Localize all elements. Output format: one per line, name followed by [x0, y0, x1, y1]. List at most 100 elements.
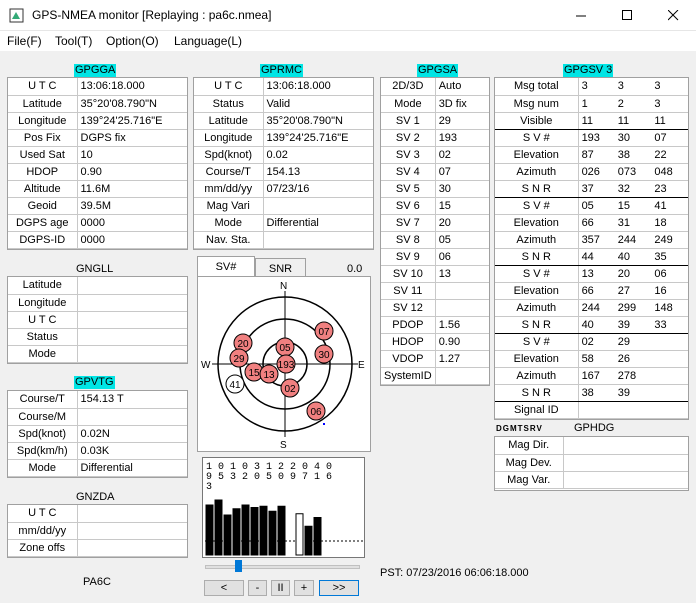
row-label: Azimuth — [495, 367, 579, 385]
minimize-button[interactable] — [558, 0, 604, 31]
row-value: 357 — [578, 231, 615, 249]
table-row: Nav. Sta. — [194, 231, 373, 249]
row-value: 244 — [578, 299, 615, 317]
playback-slider-thumb[interactable] — [235, 560, 242, 572]
row-label: HDOP — [381, 333, 436, 351]
table-row: Course/T 154.13 T — [8, 391, 187, 409]
table-row: Longitude 139°24'25.716"E — [194, 129, 373, 147]
table-row: U T C 13:06:18.000 — [194, 78, 373, 96]
row-value — [263, 231, 373, 249]
row-value: 23 — [651, 180, 688, 198]
satellite-marker: 06 — [306, 401, 326, 421]
row-value: 3D fix — [435, 95, 489, 113]
gnzda-table: U T Cmm/dd/yy Zone offs — [8, 505, 187, 557]
row-value: 11 — [578, 112, 615, 130]
table-row: Used Sat 10 — [8, 146, 187, 164]
row-value: 06 — [651, 265, 688, 283]
row-value: 1.27 — [435, 350, 489, 368]
table-row: S V #193 30 07 — [495, 129, 688, 147]
satellite-id: 13 — [263, 370, 275, 381]
row-value: 11 — [651, 112, 688, 130]
gphdg-table: Mag Dir. Mag Dev. Mag Var. — [495, 437, 688, 489]
row-value: 18 — [651, 214, 688, 232]
snr-bar — [232, 508, 241, 556]
row-value: Valid — [263, 95, 373, 113]
row-label: S V # — [495, 129, 579, 147]
row-label: SV 8 — [381, 231, 436, 249]
plus-button[interactable]: + — [294, 580, 314, 596]
tab-sv[interactable]: SV# — [197, 256, 255, 276]
table-row: S V #13 20 06 — [495, 265, 688, 283]
row-label: S N R — [495, 316, 579, 334]
table-row: U T C — [8, 505, 187, 523]
table-row: Status — [8, 328, 187, 346]
table-row: Spd(knot) 0.02N — [8, 425, 187, 443]
row-value: 154.13 T — [77, 391, 187, 409]
playback-slider-track[interactable] — [205, 565, 360, 569]
row-value: 87 — [578, 146, 615, 164]
menu-file[interactable]: File(F) — [7, 34, 42, 48]
menu-bar: File(F) Tool(T) Option(O) Language(L) — [0, 31, 696, 51]
satellite-id: 30 — [318, 350, 330, 361]
row-value: 40 — [614, 248, 652, 266]
row-value: Differential — [263, 214, 373, 232]
table-row: DGPS-ID 0000 — [8, 231, 187, 249]
row-value: 30 — [614, 129, 652, 147]
row-value: 0.90 — [77, 163, 187, 181]
table-row: Geoid 39.5M — [8, 197, 187, 215]
row-value: 299 — [614, 299, 652, 317]
row-label: Longitude — [194, 129, 264, 147]
table-row: SV 12 — [381, 299, 489, 317]
next-button[interactable]: >> — [319, 580, 359, 596]
satellite-id: 07 — [318, 327, 330, 338]
table-row: S N R 38 39 — [495, 384, 688, 402]
pause-button[interactable]: II — [271, 580, 290, 596]
row-label: HDOP — [8, 163, 78, 181]
row-label: SV 11 — [381, 282, 436, 300]
prev-button[interactable]: < — [204, 580, 244, 596]
row-value — [77, 328, 187, 346]
row-value: 3 — [651, 78, 688, 96]
row-label: Status — [8, 328, 78, 346]
row-label: Longitude — [8, 112, 78, 130]
snr-bar — [295, 513, 304, 556]
table-row: Azimuth 167 278 — [495, 367, 688, 385]
table-row: SV 5 30 — [381, 180, 489, 198]
row-label: mm/dd/yy — [194, 180, 264, 198]
table-row: Latitude 35°20'08.790"N — [194, 112, 373, 130]
minus-button[interactable]: - — [248, 580, 267, 596]
row-value: 29 — [435, 112, 489, 130]
row-label: SystemID — [381, 367, 436, 385]
sky-plot: N S W E 07 20 05 29 30 193 15 13 41 02 06 — [201, 281, 365, 451]
row-value — [77, 345, 187, 363]
gphdg-prefix: DGMTSRV — [496, 424, 543, 433]
table-row: Course/T 154.13 — [194, 163, 373, 181]
sky-plot-panel: N S W E 07 20 05 29 30 193 15 13 41 02 06 — [197, 276, 371, 452]
row-value — [77, 539, 187, 557]
row-label: Mode — [381, 95, 436, 113]
row-label: Elevation — [495, 350, 579, 368]
menu-language[interactable]: Language(L) — [174, 34, 242, 48]
maximize-button[interactable] — [604, 0, 650, 31]
row-label: Mode — [8, 459, 78, 477]
row-value: 0.03K — [77, 442, 187, 460]
gphdg-caption: GPHDG — [574, 422, 615, 434]
row-label: Latitude — [8, 277, 78, 295]
snr-bar — [250, 507, 259, 556]
menu-tool[interactable]: Tool(T) — [55, 34, 92, 48]
row-label: Mag Vari — [194, 197, 264, 215]
row-label: 2D/3D — [381, 78, 436, 96]
table-row: DGPS age 0000 — [8, 214, 187, 232]
close-button[interactable] — [650, 0, 696, 31]
row-label: Mode — [194, 214, 264, 232]
row-value: 20 — [614, 265, 652, 283]
satellite-marker: 193 — [276, 354, 296, 374]
tab-snr[interactable]: SNR — [255, 258, 306, 276]
menu-option[interactable]: Option(O) — [106, 34, 159, 48]
table-row: Mode Differential — [8, 459, 187, 477]
snr-bar — [223, 514, 232, 556]
satellite-id: 15 — [248, 368, 260, 379]
row-label: Elevation — [495, 214, 579, 232]
row-label: S V # — [495, 333, 579, 351]
app-icon — [9, 8, 24, 23]
